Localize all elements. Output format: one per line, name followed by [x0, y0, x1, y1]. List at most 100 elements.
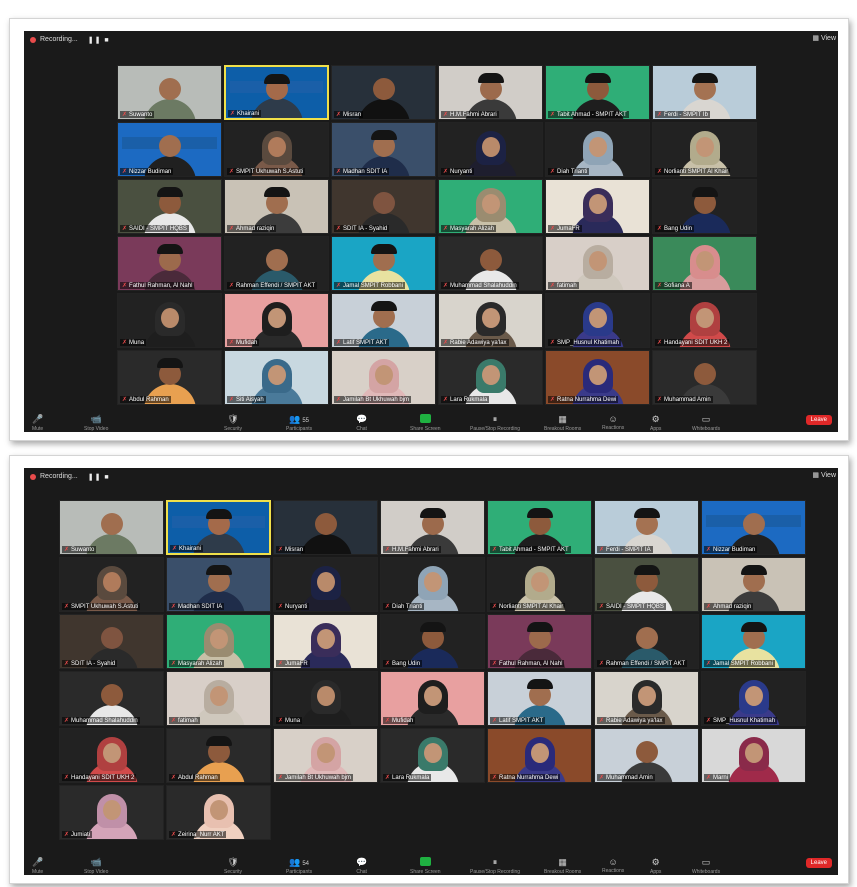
participant-tile[interactable]: ✗ Mufidah: [224, 293, 329, 348]
toolbar-breakout-rooms-button[interactable]: ▦ Breakout Rooms: [544, 857, 581, 875]
participant-tile[interactable]: ✗ Latif SMPIT AKT: [487, 671, 592, 726]
participant-tile[interactable]: ✗ Muna: [273, 671, 378, 726]
participant-tile[interactable]: ✗ SMP_Husnul Khatimah: [701, 671, 806, 726]
participant-tile[interactable]: ✗ Abdul Rahman: [117, 350, 222, 405]
participant-tile[interactable]: ✗ Nuryanti: [273, 557, 378, 612]
participant-tile[interactable]: ✗ Rahman Effendi / SMPIT AKT: [594, 614, 699, 669]
participant-tile[interactable]: ✗ Muhammad Amin: [594, 728, 699, 783]
participant-tile[interactable]: ✗ Handayani SDIT UKH 2: [652, 293, 757, 348]
participant-tile[interactable]: ✗ JumaFR: [545, 179, 650, 234]
participant-tile[interactable]: ✗ Khairani: [166, 500, 271, 555]
participant-tile[interactable]: ✗ Jamilah Bt Ukhuwah bjm: [273, 728, 378, 783]
participant-tile[interactable]: ✗ Diah Trianti: [380, 557, 485, 612]
participant-tile[interactable]: ✗ Khairani: [224, 65, 329, 120]
view-button[interactable]: ▦ View: [812, 34, 836, 42]
participant-tile[interactable]: ✗ Jamilah Bt Ukhuwah bjm: [331, 350, 436, 405]
participant-tile[interactable]: ✗ Rabie Adawiya ya'lax: [438, 293, 543, 348]
participant-tile[interactable]: ✗ H.M.Fahmi Abrari: [438, 65, 543, 120]
participant-tile[interactable]: ✗ Bang Udin: [652, 179, 757, 234]
participant-tile[interactable]: ✗ Jamal SMPIT Robbani: [701, 614, 806, 669]
toolbar-apps-button[interactable]: ⚙ Apps: [650, 857, 661, 875]
participant-tile[interactable]: ✗ Jamal SMPIT Robbani: [331, 236, 436, 291]
participant-tile[interactable]: ✗ Misran: [273, 500, 378, 555]
participant-tile[interactable]: ✗ Ferdi - SMPIT IA: [594, 500, 699, 555]
participant-tile[interactable]: ✗ Ferdi - SMPIT Ib: [652, 65, 757, 120]
recording-indicator[interactable]: Recording... ❚❚ ■: [30, 33, 110, 46]
participant-tile[interactable]: ✗ Misran: [331, 65, 436, 120]
leave-button[interactable]: Leave: [805, 858, 832, 868]
participant-tile[interactable]: ✗ Masyarah Alizah: [438, 179, 543, 234]
participant-tile[interactable]: ✗ fatimah: [545, 236, 650, 291]
toolbar-mute-button[interactable]: 🎤 Mute: [32, 414, 43, 432]
participant-tile[interactable]: ✗ Fathul Rahman, Al Nahl: [117, 236, 222, 291]
participant-tile[interactable]: ✗ Norlianti SMPIT Al Khair: [487, 557, 592, 612]
view-button[interactable]: ▦ View: [812, 471, 836, 479]
participant-tile[interactable]: ✗ Marni: [701, 728, 806, 783]
participant-tile[interactable]: ✗ Diah Trianti: [545, 122, 650, 177]
participant-tile[interactable]: ✗ Lara Rukmala: [380, 728, 485, 783]
participant-tile[interactable]: ✗ Handayani SDIT UKH 2: [59, 728, 164, 783]
participant-tile[interactable]: ✗ Ahmad raziqin: [701, 557, 806, 612]
participant-tile[interactable]: ✗ Madhan SDIT IA: [331, 122, 436, 177]
participant-tile[interactable]: ✗ Sofiana A: [652, 236, 757, 291]
recording-controls[interactable]: ❚❚ ■: [88, 36, 110, 44]
toolbar-security-button[interactable]: 🛡 Security: [224, 857, 242, 875]
leave-button[interactable]: Leave: [805, 415, 832, 425]
participant-tile[interactable]: ✗ Tabit Ahmad - SMPIT AKT: [487, 500, 592, 555]
recording-indicator[interactable]: Recording... ❚❚ ■: [30, 470, 110, 483]
toolbar-security-button[interactable]: 🛡 Security: [224, 414, 242, 432]
participant-tile[interactable]: ✗ Fathul Rahman, Al Nahl: [487, 614, 592, 669]
participant-tile[interactable]: ✗ Mufidah: [380, 671, 485, 726]
participant-tile[interactable]: ✗ Tabit Ahmad - SMPIT AKT: [545, 65, 650, 120]
toolbar-participants-button[interactable]: 👥 54 Participants: [286, 857, 312, 875]
participant-tile[interactable]: ✗ Nizzar Budiman: [117, 122, 222, 177]
toolbar-share-screen-button[interactable]: Share Screen: [410, 857, 441, 875]
participant-tile[interactable]: ✗ Nuryanti: [438, 122, 543, 177]
toolbar-whiteboards-button[interactable]: ▭ Whiteboards: [692, 857, 720, 875]
participant-tile[interactable]: ✗ JumaFR: [273, 614, 378, 669]
recording-controls[interactable]: ❚❚ ■: [88, 473, 110, 481]
participant-tile[interactable]: ✗ Suwanto: [117, 65, 222, 120]
participant-tile[interactable]: ✗ Jumiati: [59, 785, 164, 840]
participant-tile[interactable]: ✗ Muhammad Shalahuddin: [438, 236, 543, 291]
participant-tile[interactable]: ✗ SMPIT Ukhuwah S.Astuti: [224, 122, 329, 177]
toolbar-mute-button[interactable]: 🎤 Mute: [32, 857, 43, 875]
toolbar-whiteboards-button[interactable]: ▭ Whiteboards: [692, 414, 720, 432]
toolbar-chat-button[interactable]: 💬 Chat: [356, 857, 367, 875]
participant-tile[interactable]: ✗ Ahmad raziqin: [224, 179, 329, 234]
participant-tile[interactable]: ✗ SAIDI - SMPIT HQBS: [117, 179, 222, 234]
participant-tile[interactable]: ✗ Norlianti SMPIT Al Khair: [652, 122, 757, 177]
participant-tile[interactable]: ✗ SMPIT Ukhuwah S.Astuti: [59, 557, 164, 612]
toolbar-participants-button[interactable]: 👥 55 Participants: [286, 414, 312, 432]
participant-tile[interactable]: ✗ Nizzar Budiman: [701, 500, 806, 555]
participant-tile[interactable]: ✗ Ratna Nurrahma Dewi: [487, 728, 592, 783]
participant-tile[interactable]: ✗ Latif SMPIT AKT: [331, 293, 436, 348]
participant-tile[interactable]: ✗ Muhammad Amin: [652, 350, 757, 405]
participant-tile[interactable]: ✗ Zeirina_Nurr AKT: [166, 785, 271, 840]
participant-tile[interactable]: ✗ Suwanto: [59, 500, 164, 555]
participant-tile[interactable]: ✗ SDIT IA - Syahid: [59, 614, 164, 669]
participant-tile[interactable]: ✗ SMP_Husnul Khatimah: [545, 293, 650, 348]
participant-tile[interactable]: ✗ Rahman Effendi / SMPIT AKT: [224, 236, 329, 291]
toolbar-breakout-rooms-button[interactable]: ▦ Breakout Rooms: [544, 414, 581, 432]
participant-tile[interactable]: ✗ H.M.Fahmi Abrari: [380, 500, 485, 555]
participant-tile[interactable]: ✗ Muna: [117, 293, 222, 348]
toolbar-apps-button[interactable]: ⚙ Apps: [650, 414, 661, 432]
participant-tile[interactable]: ✗ SDIT IA - Syahid: [331, 179, 436, 234]
participant-tile[interactable]: ✗ Bang Udin: [380, 614, 485, 669]
participant-tile[interactable]: ✗ Muhammad Shalahuddin: [59, 671, 164, 726]
toolbar-pause-stop-recording-button[interactable]: ⏸ Pause/Stop Recording: [470, 414, 520, 432]
toolbar-stop-video-button[interactable]: 📹 Stop Video: [84, 414, 108, 432]
toolbar-share-screen-button[interactable]: Share Screen: [410, 414, 441, 432]
participant-tile[interactable]: ✗ Lara Rukmala: [438, 350, 543, 405]
participant-tile[interactable]: ✗ Abdul Rahman: [166, 728, 271, 783]
participant-tile[interactable]: ✗ fatimah: [166, 671, 271, 726]
toolbar-reactions-button[interactable]: ☺ Reactions: [602, 857, 624, 874]
participant-tile[interactable]: ✗ SAIDI - SMPIT HQBS: [594, 557, 699, 612]
toolbar-stop-video-button[interactable]: 📹 Stop Video: [84, 857, 108, 875]
participant-tile[interactable]: ✗ Rabie Adawiya ya'lax: [594, 671, 699, 726]
toolbar-chat-button[interactable]: 💬 Chat: [356, 414, 367, 432]
participant-tile[interactable]: ✗ Siti Aisyah: [224, 350, 329, 405]
toolbar-reactions-button[interactable]: ☺ Reactions: [602, 414, 624, 431]
participant-tile[interactable]: ✗ Ratna Nurrahma Dewi: [545, 350, 650, 405]
